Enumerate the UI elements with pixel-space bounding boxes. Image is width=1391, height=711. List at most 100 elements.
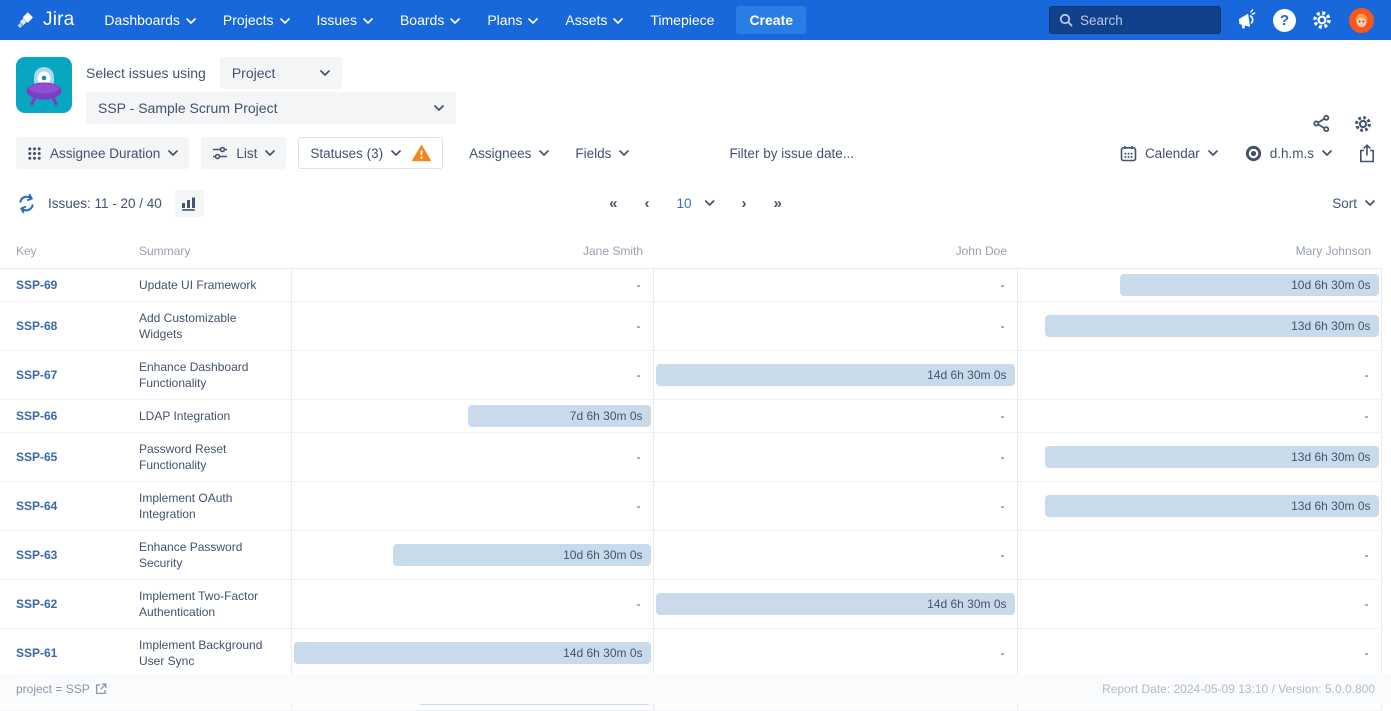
duration-bar: 14d 6h 30m 0s xyxy=(294,642,651,664)
jql-query-link[interactable]: project = SSP xyxy=(16,682,107,696)
footer: project = SSP Report Date: 2024-05-09 13… xyxy=(0,674,1391,704)
nav-item-projects[interactable]: Projects xyxy=(223,12,290,28)
issue-source-dropdown[interactable]: Project xyxy=(220,57,342,89)
empty-duration: - xyxy=(656,319,1015,333)
duration-cell-jane-smith: - xyxy=(291,433,653,482)
chevron-down-icon xyxy=(168,150,178,157)
issue-key-link[interactable]: SSP-63 xyxy=(16,548,57,562)
logo-text: Jira xyxy=(43,9,74,31)
app-header: Select issues using Project SSP - Sample… xyxy=(0,40,1391,130)
empty-duration: - xyxy=(294,368,651,382)
duration-bar: 10d 6h 30m 0s xyxy=(393,544,650,566)
duration-cell-mary-johnson: 13d 6h 30m 0s xyxy=(1017,433,1381,482)
issue-key-link[interactable]: SSP-66 xyxy=(16,409,57,423)
first-page-button[interactable]: « xyxy=(609,196,617,211)
table-row: SSP-61 Implement Background User Sync14d … xyxy=(0,629,1381,678)
issue-date-filter-input[interactable] xyxy=(729,146,939,161)
chevron-down-icon xyxy=(280,18,290,25)
duration-cell-mary-johnson: 13d 6h 30m 0s xyxy=(1017,482,1381,531)
issue-key-link[interactable]: SSP-64 xyxy=(16,499,57,513)
issue-key-link[interactable]: SSP-68 xyxy=(16,319,57,333)
duration-bar: 13d 6h 30m 0s xyxy=(1045,315,1379,337)
refresh-icon[interactable] xyxy=(16,193,37,214)
report-type-dropdown[interactable]: Assignee Duration xyxy=(16,137,189,169)
empty-duration: - xyxy=(1020,548,1379,562)
nav-item-timepiece[interactable]: Timepiece xyxy=(650,12,714,28)
report-meta: Report Date: 2024-05-09 13:10 / Version:… xyxy=(1102,682,1375,696)
announcements-icon[interactable] xyxy=(1235,8,1260,33)
page-size-dropdown[interactable]: 10 xyxy=(676,196,714,211)
duration-format-icon xyxy=(1245,145,1262,162)
issue-source-value: Project xyxy=(232,65,276,81)
issue-key-link[interactable]: SSP-61 xyxy=(16,646,57,660)
empty-duration: - xyxy=(656,278,1015,292)
nav-item-plans[interactable]: Plans xyxy=(487,12,538,28)
time-format-dropdown[interactable]: d.h.m.s xyxy=(1245,145,1332,162)
assignees-dropdown[interactable]: Assignees xyxy=(469,146,549,161)
chart-view-button[interactable] xyxy=(175,190,204,217)
page-size-value: 10 xyxy=(676,196,691,211)
previous-page-button[interactable]: ‹ xyxy=(644,196,649,211)
issue-key-link[interactable]: SSP-62 xyxy=(16,597,57,611)
statuses-dropdown[interactable]: Statuses (3) xyxy=(298,137,443,169)
nav-item-issues[interactable]: Issues xyxy=(317,12,373,28)
export-icon[interactable] xyxy=(1359,144,1375,163)
table-row: SSP-68Add Customizable Widgets--13d 6h 3… xyxy=(0,302,1381,351)
duration-cell-mary-johnson: - xyxy=(1017,580,1381,629)
user-avatar[interactable] xyxy=(1348,7,1375,34)
create-button[interactable]: Create xyxy=(736,6,806,34)
select-issues-label: Select issues using xyxy=(86,65,206,81)
table-row: SSP-62Implement Two-Factor Authenticatio… xyxy=(0,580,1381,629)
nav-item-label: Boards xyxy=(400,12,444,28)
column-header-mary-johnson: Mary Johnson xyxy=(1017,230,1381,269)
jira-logo[interactable]: Jira xyxy=(16,9,74,31)
duration-cell-jane-smith: - xyxy=(291,269,653,302)
nav-item-dashboards[interactable]: Dashboards xyxy=(104,12,196,28)
nav-item-boards[interactable]: Boards xyxy=(400,12,460,28)
chevron-down-icon xyxy=(1322,150,1332,157)
duration-cell-mary-johnson: 10d 6h 30m 0s xyxy=(1017,269,1381,302)
settings-gear-icon[interactable] xyxy=(1311,9,1333,31)
duration-cell-mary-johnson: 13d 6h 30m 0s xyxy=(1017,302,1381,351)
report-settings-gear-icon[interactable] xyxy=(1353,114,1373,134)
empty-duration: - xyxy=(1020,597,1379,611)
share-icon[interactable] xyxy=(1312,114,1331,134)
last-page-button[interactable]: » xyxy=(774,196,782,211)
chevron-down-icon xyxy=(265,150,275,157)
calendar-dropdown[interactable]: Calendar xyxy=(1120,145,1218,162)
duration-cell-mary-johnson: - xyxy=(1017,400,1381,433)
pagination: « ‹ 10 › » xyxy=(609,196,782,211)
chevron-down-icon xyxy=(619,150,629,157)
project-dropdown[interactable]: SSP - Sample Scrum Project xyxy=(86,92,456,124)
duration-cell-mary-johnson: - xyxy=(1017,351,1381,400)
view-mode-dropdown[interactable]: List xyxy=(201,137,286,169)
empty-duration: - xyxy=(656,548,1015,562)
issue-summary: Implement Background User Sync xyxy=(139,629,291,678)
duration-bar: 10d 6h 30m 0s xyxy=(1120,274,1378,296)
view-mode-label: List xyxy=(236,146,257,161)
fields-dropdown[interactable]: Fields xyxy=(575,146,629,161)
assignees-label: Assignees xyxy=(469,146,531,161)
issue-summary: Implement OAuth Integration xyxy=(139,482,291,531)
time-format-label: d.h.m.s xyxy=(1270,146,1314,161)
column-header-key: Key xyxy=(0,230,139,269)
search-box[interactable] xyxy=(1049,6,1221,34)
empty-duration: - xyxy=(294,499,651,513)
issue-key-link[interactable]: SSP-69 xyxy=(16,278,57,292)
help-icon[interactable]: ? xyxy=(1273,9,1296,32)
issues-count-label: Issues: 11 - 20 / 40 xyxy=(48,196,162,211)
empty-duration: - xyxy=(294,450,651,464)
sort-dropdown[interactable]: Sort xyxy=(1332,196,1375,211)
duration-cell-jane-smith: - xyxy=(291,302,653,351)
duration-bar: 14d 6h 30m 0s xyxy=(656,593,1015,615)
duration-cell-john-doe: - xyxy=(653,400,1017,433)
bar-chart-icon xyxy=(181,196,197,211)
nav-item-assets[interactable]: Assets xyxy=(565,12,623,28)
issue-key-link[interactable]: SSP-65 xyxy=(16,450,57,464)
issue-key-link[interactable]: SSP-67 xyxy=(16,368,57,382)
duration-bar: 13d 6h 30m 0s xyxy=(1045,495,1379,517)
calendar-icon xyxy=(1120,145,1137,162)
fields-label: Fields xyxy=(575,146,611,161)
next-page-button[interactable]: › xyxy=(742,196,747,211)
search-input[interactable] xyxy=(1080,13,1200,28)
